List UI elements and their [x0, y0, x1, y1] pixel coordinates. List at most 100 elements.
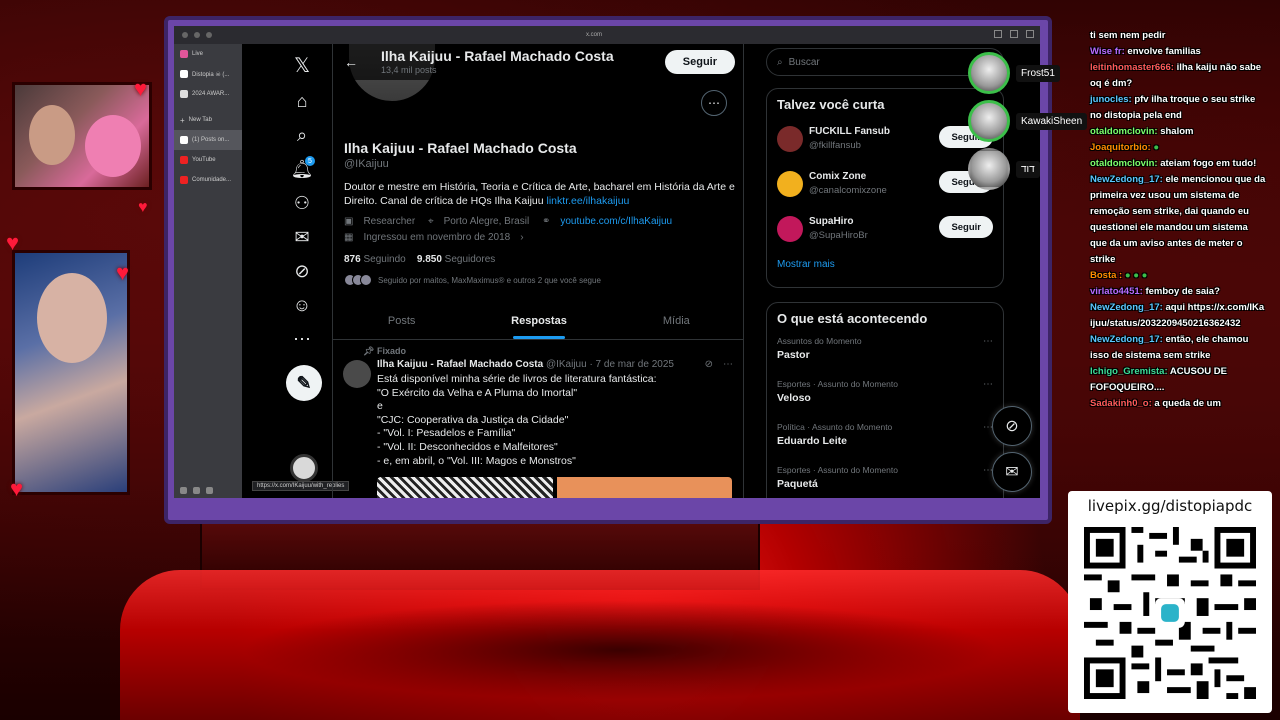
profile-stats: 876 Seguindo 9.850 Seguidores: [344, 254, 495, 265]
more-icon[interactable]: ⋯: [287, 324, 317, 354]
browser-tab[interactable]: YouTube: [174, 150, 242, 170]
x-left-nav: 𝕏 ⌂ ⌕ 🔔︎ 5 ⚇ ✉ ⊘ ☺ ⋯ ✎: [244, 44, 344, 498]
new-tab-button[interactable]: + New Tab: [174, 110, 242, 130]
reload-icon[interactable]: [206, 32, 212, 38]
x-logo-icon: [180, 70, 188, 78]
tweet-image[interactable]: [377, 477, 553, 498]
followers-link[interactable]: 9.850 Seguidores: [417, 254, 495, 265]
mail-icon[interactable]: ✉: [287, 222, 317, 252]
close-icon[interactable]: [1026, 30, 1034, 38]
header-text: Ilha Kaijuu - Rafael Machado Costa 13,4 …: [369, 48, 614, 74]
suggestion-row[interactable]: SupaHiro @SupaHiroBr Seguir: [767, 210, 1003, 255]
briefcase-icon: ▣: [344, 216, 354, 227]
chat-message: ti sem nem pedir: [1090, 30, 1166, 41]
trend-item[interactable]: Política · Assunto do Momento Eduardo Le…: [767, 420, 1003, 463]
back-arrow-icon[interactable]: ←: [333, 54, 369, 70]
chat-message: virlato4451: femboy de saia?: [1090, 286, 1220, 297]
link-icon: ⚭: [541, 216, 551, 227]
bell-icon[interactable]: 🔔︎ 5: [287, 154, 317, 184]
chat-message: NewZedong_17: ele mencionou que da prime…: [1090, 174, 1266, 265]
trend-item[interactable]: Esportes · Assunto do Momento Veloso ⋯: [767, 377, 1003, 420]
tweet-avatar[interactable]: [343, 360, 371, 388]
more-icon[interactable]: ⋯: [983, 379, 993, 390]
tweet-image[interactable]: [556, 477, 732, 498]
chat-message: NewZedong_17: aqui https://x.com/IKaijuu…: [1090, 302, 1265, 329]
tab-media[interactable]: Mídia: [608, 302, 743, 339]
grok-float-button[interactable]: ⊘: [992, 406, 1032, 446]
back-icon[interactable]: [182, 32, 188, 38]
browser-tab[interactable]: Distopia ☠ (...: [174, 64, 242, 84]
browser-tab[interactable]: 2024 AWAR...: [174, 84, 242, 104]
browser-tab[interactable]: Live: [174, 44, 242, 64]
profile-category: Researcher: [363, 216, 416, 227]
follow-button[interactable]: Seguir: [939, 216, 993, 238]
add-icon[interactable]: [206, 487, 213, 494]
chat-message: Sadakinh0_o: a queda de um: [1090, 398, 1221, 409]
tab-posts[interactable]: Posts: [333, 302, 470, 339]
window-controls: [994, 30, 1034, 38]
compose-post-button[interactable]: ✎: [286, 365, 322, 401]
account-avatar[interactable]: [290, 454, 318, 482]
heart-icon: ♥: [138, 199, 148, 216]
header-title: Ilha Kaijuu - Rafael Machado Costa: [381, 48, 614, 65]
livepix-qr-panel: livepix.gg/distopiapdc: [1068, 491, 1272, 713]
viewer-badge: KawakiSheen: [968, 100, 1088, 142]
search-icon: ⌕: [777, 56, 783, 68]
live-icon: [180, 50, 188, 58]
trend-item[interactable]: Esportes · Assunto do Momento Paquetá ⋯: [767, 463, 1003, 498]
people-icon[interactable]: ⚇: [287, 188, 317, 218]
follow-button[interactable]: Seguir: [664, 50, 735, 74]
livepix-url: livepix.gg/distopiapdc: [1087, 497, 1253, 515]
following-link[interactable]: 876 Seguindo: [344, 254, 406, 265]
webcam-face-2: [85, 115, 141, 177]
pinned-tweet[interactable]: 📌︎ Fixado Ilha Kaijuu - Rafael Machado C…: [333, 342, 743, 498]
show-more-link[interactable]: Mostrar mais: [767, 255, 1003, 280]
chat-message: junocles: pfv ilha troque o seu strike n…: [1090, 94, 1256, 121]
pinned-label: 📌︎ Fixado: [363, 346, 406, 356]
viewer-avatar: [968, 52, 1010, 94]
chat-message: leitinhomaster666: ilha kaiju não sabe o…: [1090, 62, 1262, 89]
browser-nav-buttons: [174, 32, 212, 38]
grok-icon[interactable]: ⊘: [705, 359, 713, 370]
suggestion-avatar: [777, 126, 803, 152]
profile-tabs: Posts Respostas Mídia: [333, 302, 743, 340]
chat-message: NewZedong_17: então, ele chamou isso de …: [1090, 334, 1249, 361]
followed-by[interactable]: Seguido por maitos, MaxMaximus® e outros…: [344, 274, 601, 286]
more-icon[interactable]: ⋯: [723, 359, 733, 370]
more-icon[interactable]: ⋯: [983, 336, 993, 347]
suggestion-avatar: [777, 216, 803, 242]
bio-link[interactable]: linktr.ee/ilhakaijuu: [547, 195, 630, 207]
tweet-header: Ilha Kaijuu - Rafael Machado Costa @IKai…: [377, 359, 674, 370]
trend-item[interactable]: Assuntos do Momento Pastor ⋯: [767, 334, 1003, 377]
x-logo-icon[interactable]: 𝕏: [287, 50, 317, 80]
webcam-bottom: [12, 250, 130, 495]
tweet-media[interactable]: [377, 477, 732, 498]
maximize-icon[interactable]: [1010, 30, 1018, 38]
browser-toolbar: x.com: [174, 26, 1040, 44]
profile-icon[interactable]: ☺: [287, 290, 317, 320]
pin-icon: 📌︎: [363, 346, 375, 356]
chevron-right-icon[interactable]: ›: [520, 232, 523, 243]
grok-icon[interactable]: ⊘: [287, 256, 317, 286]
url-bar[interactable]: x.com: [494, 30, 694, 40]
chat-message: otaldomclovin: shalom: [1090, 126, 1194, 137]
profile-meta: ▣ Researcher ⌖ Porto Alegre, Brasil ⚭ youtu…: [344, 214, 672, 246]
home-icon[interactable]: ⌂: [287, 86, 317, 116]
suggestion-avatar: [777, 171, 803, 197]
forward-icon[interactable]: [194, 32, 200, 38]
browser-tab-active[interactable]: (1) Posts on...: [174, 130, 242, 150]
search-icon[interactable]: ⌕: [287, 120, 317, 150]
settings-icon[interactable]: [180, 487, 187, 494]
more-options-icon[interactable]: ⋯: [701, 90, 727, 116]
chat-message: Ichigo_Gremista: ACUSOU DE FOFOQUEIRO...…: [1090, 366, 1227, 393]
minimize-icon[interactable]: [994, 30, 1002, 38]
bookmark-icon[interactable]: [193, 487, 200, 494]
follower-avatars: [344, 274, 372, 286]
profile-location: Porto Alegre, Brasil: [443, 216, 530, 227]
chat-message: Joaquitorbio: ●: [1090, 142, 1160, 153]
tab-replies[interactable]: Respostas: [470, 302, 607, 339]
browser-tab[interactable]: Comunidade...: [174, 170, 242, 190]
profile-website[interactable]: youtube.com/c/IlhaKaijuu: [560, 216, 672, 227]
messages-float-button[interactable]: ✉: [992, 452, 1032, 492]
emote-icon: ●: [1153, 142, 1160, 153]
